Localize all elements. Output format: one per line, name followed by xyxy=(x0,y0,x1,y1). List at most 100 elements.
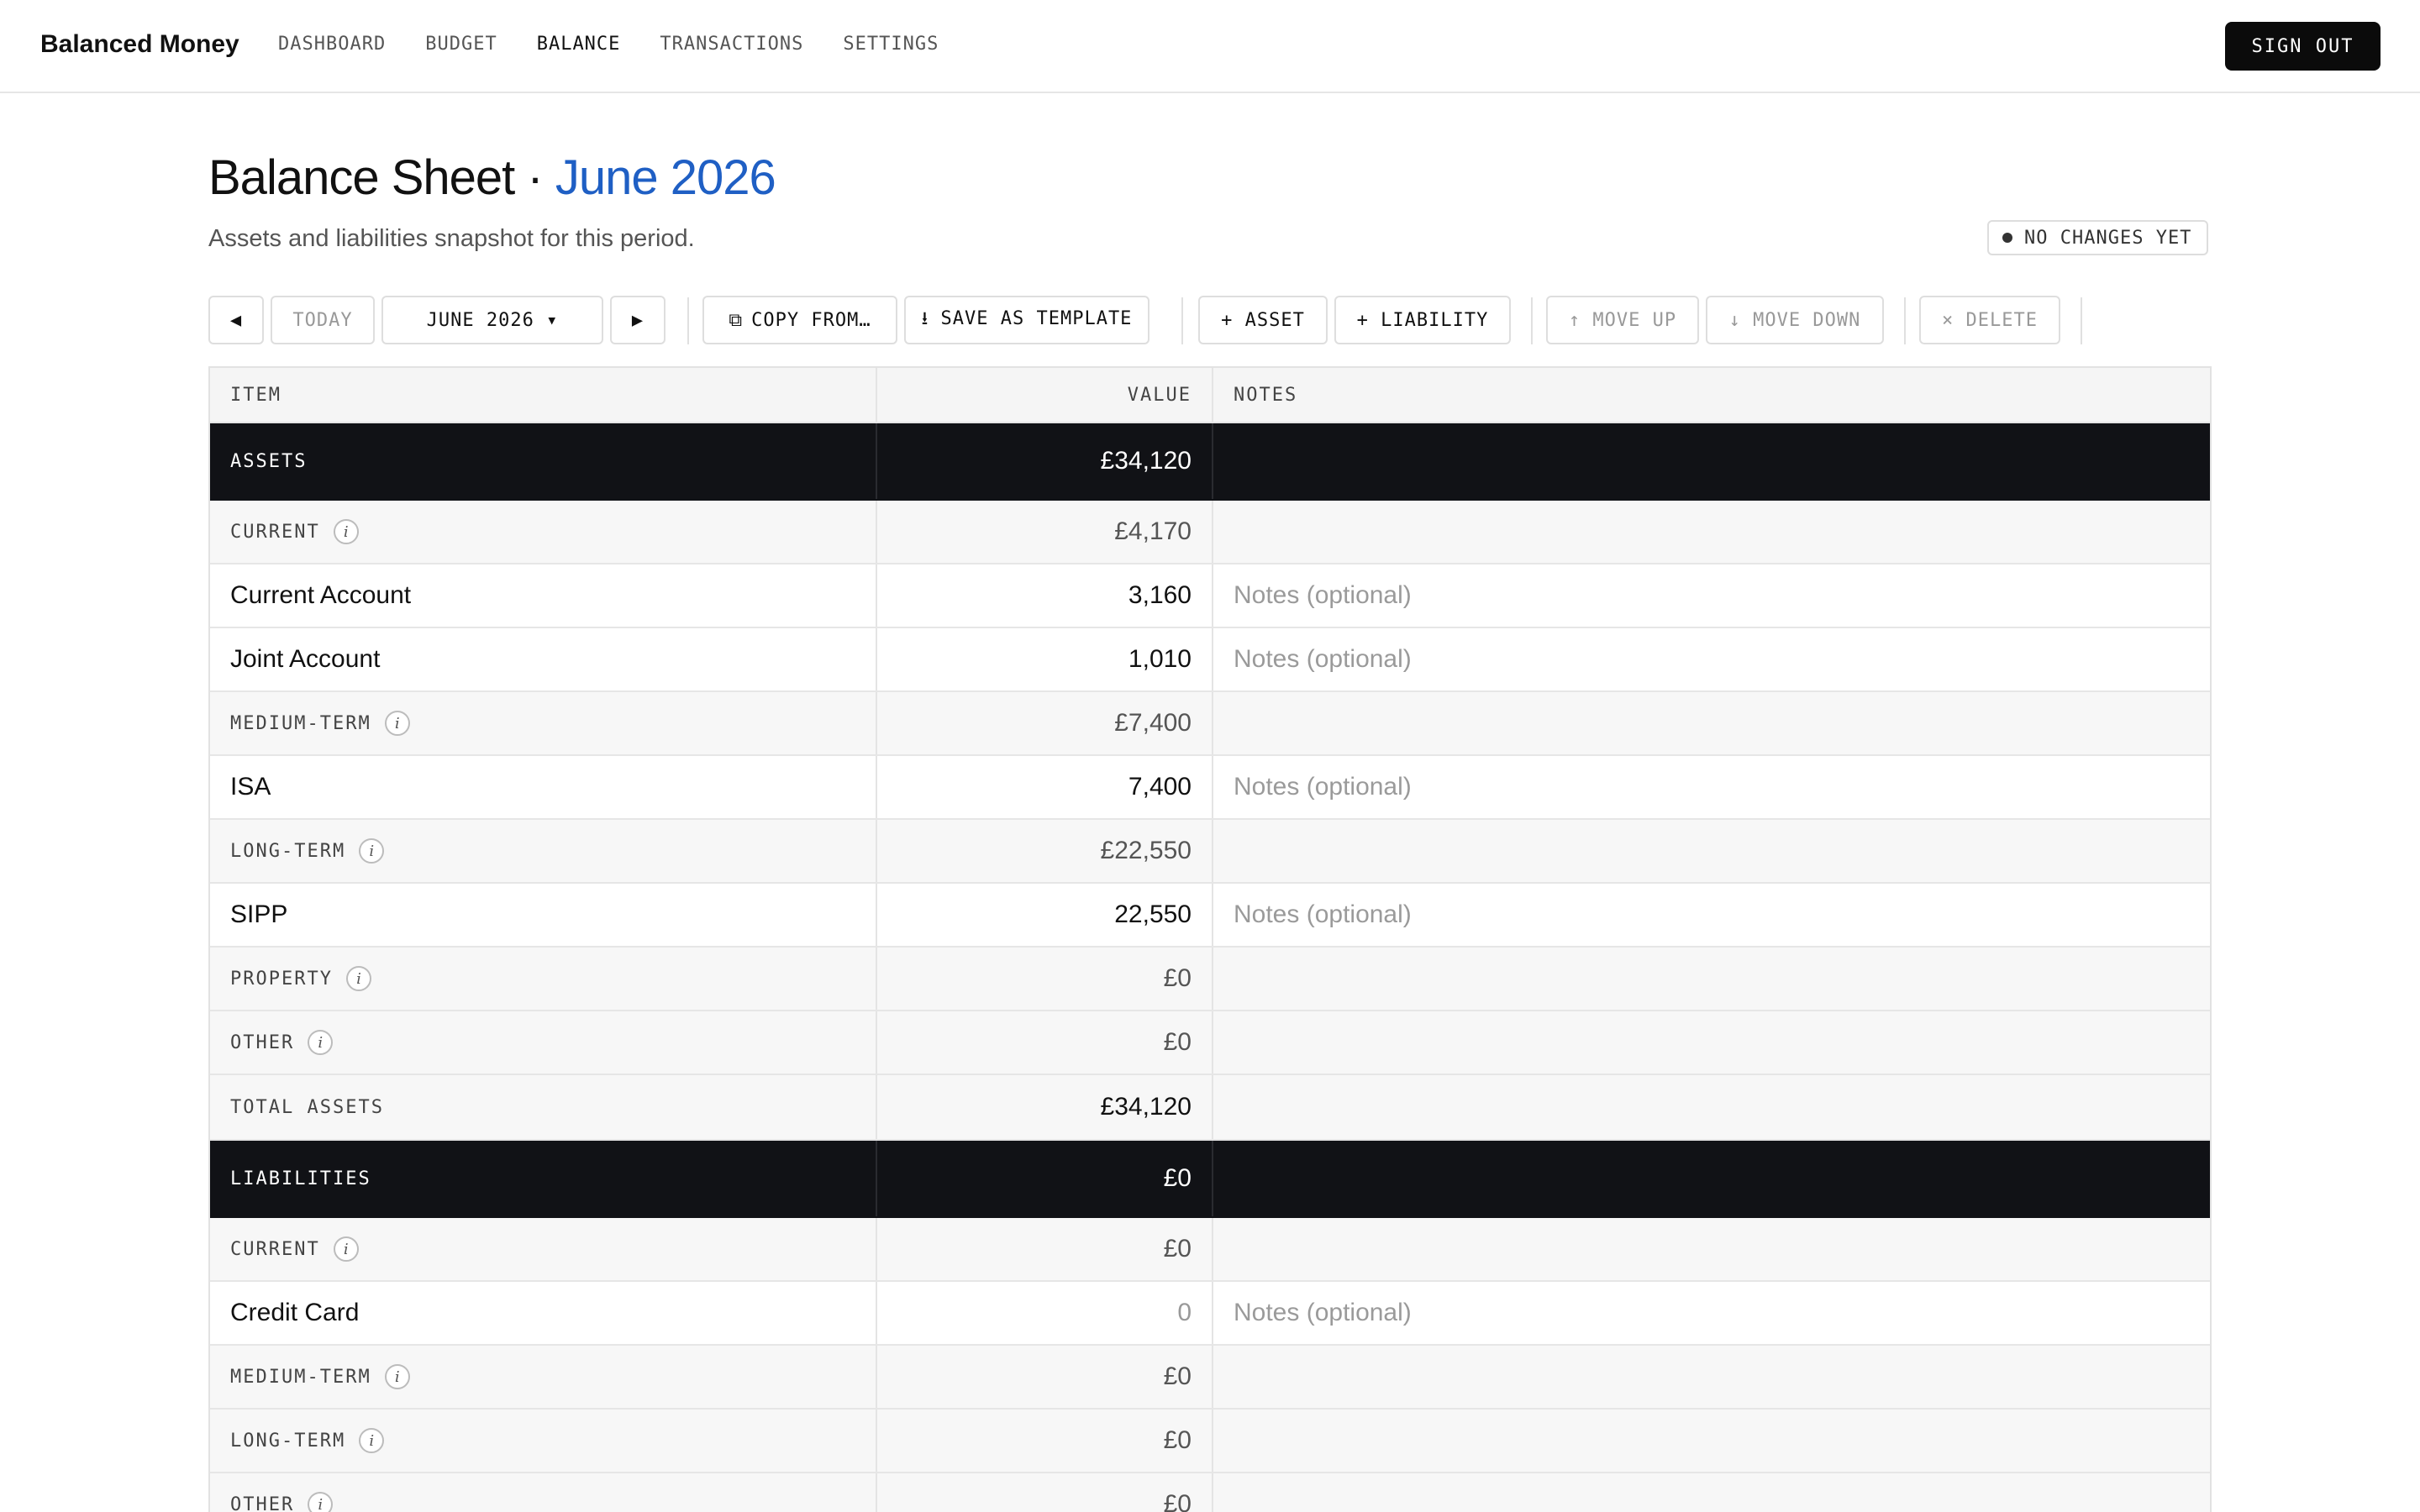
group-row[interactable]: CURRENT i £0 xyxy=(210,1218,2210,1282)
nav-settings[interactable]: SETTINGS xyxy=(843,34,939,55)
brand-logo[interactable]: Balanced Money xyxy=(40,30,239,59)
previous-month-button[interactable]: ◀ xyxy=(208,296,264,344)
add-liability-button[interactable]: + LIABILITY xyxy=(1334,296,1511,344)
copy-from-label: COPY FROM… xyxy=(751,309,871,331)
group-label: MEDIUM-TERM xyxy=(230,712,371,734)
info-icon[interactable]: i xyxy=(359,838,385,864)
group-subtotal: £0 xyxy=(1163,964,1192,992)
period-label: June 2026 xyxy=(555,150,776,205)
info-icon[interactable]: i xyxy=(345,966,371,991)
section-total: £0 xyxy=(1163,1164,1192,1192)
item-name[interactable]: Joint Account xyxy=(230,645,380,674)
info-icon[interactable]: i xyxy=(308,1492,334,1512)
group-label: LONG-TERM xyxy=(230,840,346,862)
group-subtotal: £0 xyxy=(1163,1490,1192,1512)
group-label: CURRENT xyxy=(230,521,320,543)
sign-out-button[interactable]: SIGN OUT xyxy=(2225,22,2381,71)
add-asset-button[interactable]: + ASSET xyxy=(1198,296,1328,344)
copy-icon: ⧉ xyxy=(729,309,744,331)
notes-input[interactable]: Notes (optional) xyxy=(1234,645,1412,674)
group-label: CURRENT xyxy=(230,1238,320,1260)
notes-input[interactable]: Notes (optional) xyxy=(1234,900,1412,929)
next-month-button[interactable]: ▶ xyxy=(610,296,666,344)
balance-table: ITEM VALUE NOTES ASSETS £34,120 CURRENT i… xyxy=(208,366,2212,1512)
toolbar-divider xyxy=(2081,297,2082,344)
nav-dashboard[interactable]: DASHBOARD xyxy=(278,34,386,55)
group-row[interactable]: PROPERTY i £0 xyxy=(210,948,2210,1011)
toolbar-divider xyxy=(687,297,689,344)
item-name[interactable]: ISA xyxy=(230,773,271,801)
section-row-liabilities[interactable]: LIABILITIES £0 xyxy=(210,1141,2210,1218)
page-title-text: Balance Sheet xyxy=(208,150,515,205)
info-icon[interactable]: i xyxy=(333,1236,359,1262)
notes-input[interactable]: Notes (optional) xyxy=(1234,1299,1412,1327)
section-total: £34,120 xyxy=(1100,447,1192,475)
item-value-input[interactable]: 3,160 xyxy=(1128,581,1192,610)
group-row[interactable]: LONG-TERM i £0 xyxy=(210,1410,2210,1473)
section-row-assets[interactable]: ASSETS £34,120 xyxy=(210,423,2210,501)
info-icon[interactable]: i xyxy=(308,1030,334,1055)
title-separator: · xyxy=(514,150,555,205)
move-up-button[interactable]: ↑ MOVE UP xyxy=(1546,296,1699,344)
status-dot-icon xyxy=(2002,233,2012,243)
toolbar-divider xyxy=(1904,297,1906,344)
item-name[interactable]: Credit Card xyxy=(230,1299,359,1327)
table-row[interactable]: ISA 7,400 Notes (optional) xyxy=(210,756,2210,820)
month-select[interactable]: JUNE 2026 ▾ xyxy=(381,296,603,344)
column-header-value: VALUE xyxy=(1127,384,1192,406)
table-row[interactable]: SIPP 22,550 Notes (optional) xyxy=(210,884,2210,948)
group-label: PROPERTY xyxy=(230,968,333,990)
section-label: ASSETS xyxy=(230,450,308,472)
page-subtitle: Assets and liabilities snapshot for this… xyxy=(208,225,695,252)
group-label: OTHER xyxy=(230,1032,295,1053)
group-label: OTHER xyxy=(230,1494,295,1512)
nav-budget[interactable]: BUDGET xyxy=(425,34,497,55)
group-row[interactable]: OTHER i £0 xyxy=(210,1011,2210,1075)
section-label: LIABILITIES xyxy=(230,1168,371,1189)
column-header-item: ITEM xyxy=(230,384,281,406)
delete-button[interactable]: × DELETE xyxy=(1919,296,2060,344)
table-header-row: ITEM VALUE NOTES xyxy=(210,368,2210,423)
group-subtotal: £0 xyxy=(1163,1426,1192,1454)
group-row[interactable]: MEDIUM-TERM i £0 xyxy=(210,1346,2210,1410)
group-row[interactable]: CURRENT i £4,170 xyxy=(210,501,2210,564)
group-row[interactable]: OTHER i £0 xyxy=(210,1473,2210,1512)
item-name[interactable]: Current Account xyxy=(230,581,411,610)
item-name[interactable]: SIPP xyxy=(230,900,287,929)
toolbar-divider xyxy=(1181,297,1183,344)
info-icon[interactable]: i xyxy=(384,711,410,736)
save-as-template-button[interactable]: ⭳ SAVE AS TEMPLATE xyxy=(904,296,1150,344)
group-subtotal: £7,400 xyxy=(1114,709,1192,737)
info-icon[interactable]: i xyxy=(359,1428,385,1453)
total-row: TOTAL ASSETS £34,120 xyxy=(210,1075,2210,1141)
group-label: MEDIUM-TERM xyxy=(230,1366,371,1388)
table-row[interactable]: Current Account 3,160 Notes (optional) xyxy=(210,564,2210,628)
group-row[interactable]: LONG-TERM i £22,550 xyxy=(210,820,2210,884)
copy-from-button[interactable]: ⧉ COPY FROM… xyxy=(702,296,897,344)
item-value-input[interactable]: 1,010 xyxy=(1128,645,1192,674)
item-value-input[interactable]: 22,550 xyxy=(1114,900,1192,929)
nav-balance[interactable]: BALANCE xyxy=(537,34,621,55)
item-value-input[interactable]: 7,400 xyxy=(1128,773,1192,801)
item-value-input[interactable]: 0 xyxy=(1177,1299,1192,1327)
total-value: £34,120 xyxy=(1100,1093,1192,1121)
move-down-button[interactable]: ↓ MOVE DOWN xyxy=(1706,296,1884,344)
top-navigation-bar: Balanced Money DASHBOARD BUDGET BALANCE … xyxy=(0,0,2420,93)
group-subtotal: £4,170 xyxy=(1114,517,1192,545)
group-subtotal: £22,550 xyxy=(1100,837,1192,864)
group-subtotal: £0 xyxy=(1163,1235,1192,1263)
group-subtotal: £0 xyxy=(1163,1362,1192,1390)
info-icon[interactable]: i xyxy=(333,519,359,544)
info-icon[interactable]: i xyxy=(384,1364,410,1389)
column-header-notes: NOTES xyxy=(1234,384,1298,406)
main-nav: DASHBOARD BUDGET BALANCE TRANSACTIONS SE… xyxy=(278,34,978,55)
notes-input[interactable]: Notes (optional) xyxy=(1234,581,1412,610)
total-label: TOTAL ASSETS xyxy=(230,1096,384,1118)
table-row[interactable]: Joint Account 1,010 Notes (optional) xyxy=(210,628,2210,692)
status-text: NO CHANGES YET xyxy=(2024,227,2192,249)
today-button[interactable]: TODAY xyxy=(271,296,375,344)
nav-transactions[interactable]: TRANSACTIONS xyxy=(660,34,803,55)
group-row[interactable]: MEDIUM-TERM i £7,400 xyxy=(210,692,2210,756)
table-row[interactable]: Credit Card 0 Notes (optional) xyxy=(210,1282,2210,1346)
notes-input[interactable]: Notes (optional) xyxy=(1234,773,1412,801)
